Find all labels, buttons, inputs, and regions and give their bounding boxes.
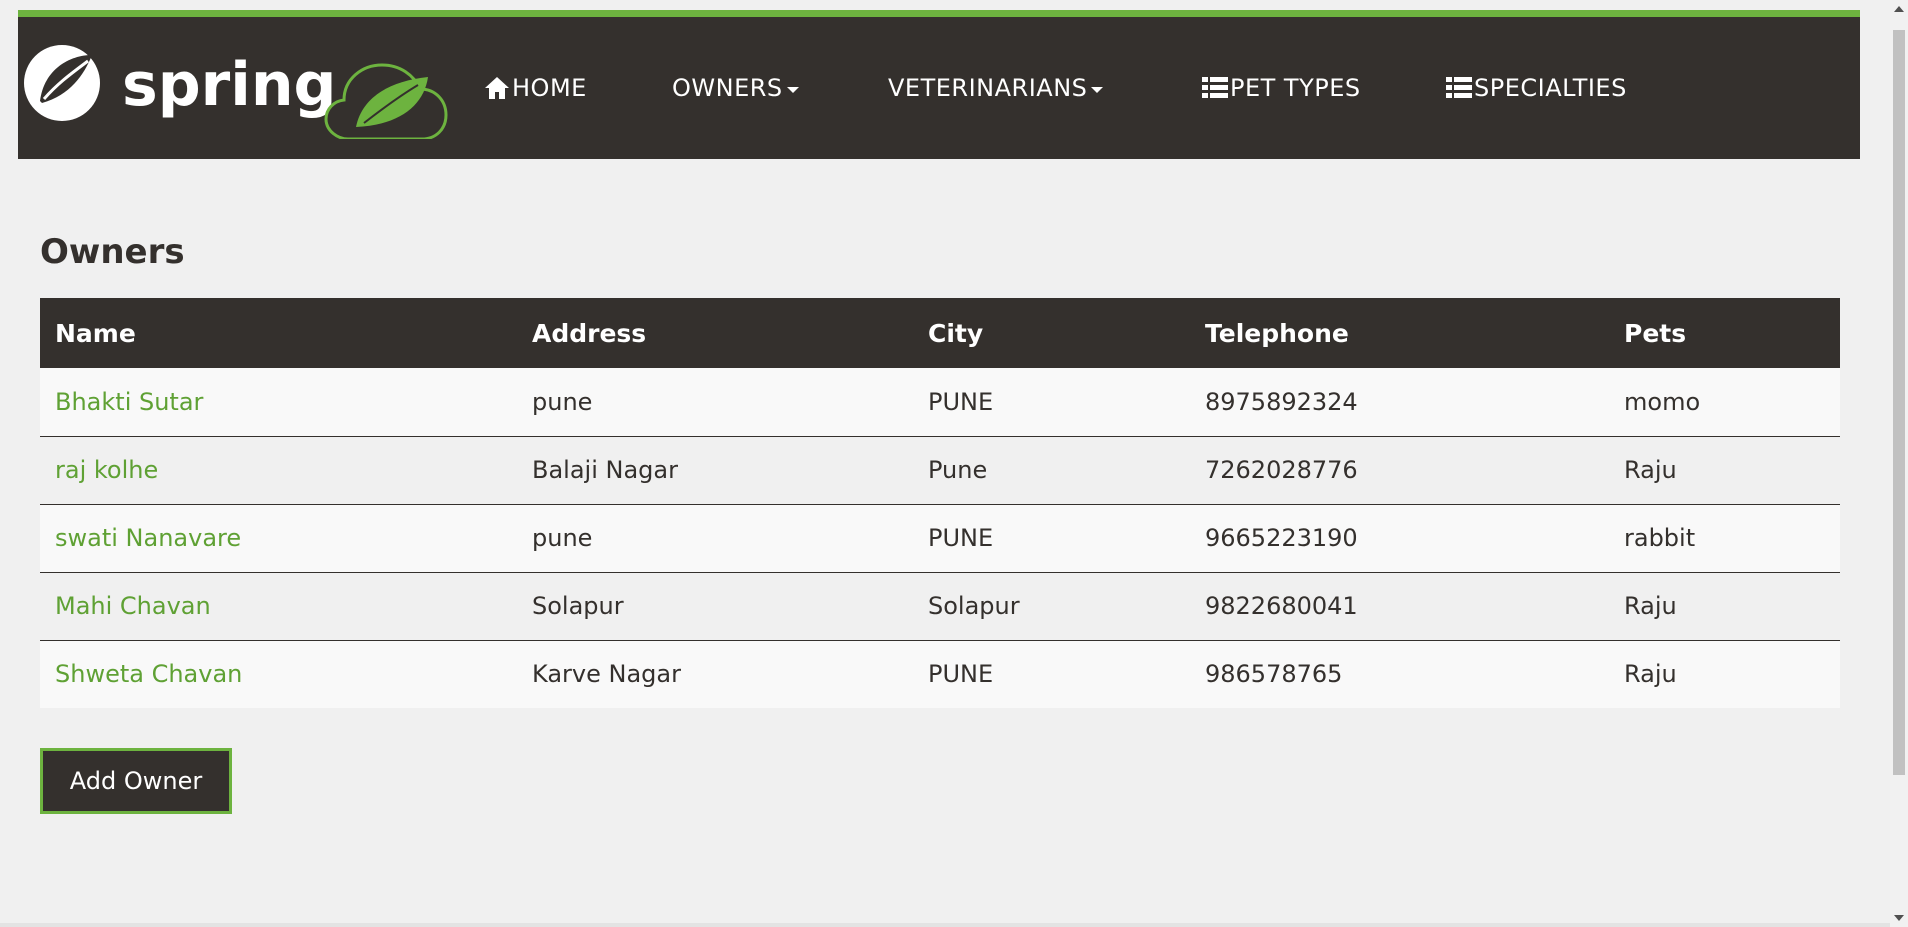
cell-city: PUNE <box>928 524 994 552</box>
cell-city: Solapur <box>928 592 1020 620</box>
header-city: City <box>928 318 984 348</box>
nav-owners-dropdown[interactable]: OWNERS <box>672 17 799 159</box>
top-accent-bar <box>18 10 1860 17</box>
cell-pets: momo <box>1624 387 1701 416</box>
spring-logo-graphic: spring <box>24 45 448 139</box>
table-header-row: Name Address City Telephone Pets <box>40 298 1840 368</box>
caret-down-icon <box>1091 87 1104 93</box>
nav-veterinarians-label: VETERINARIANS <box>888 74 1088 102</box>
nav-home[interactable]: HOME <box>484 17 587 159</box>
cell-pets: rabbit <box>1624 524 1696 552</box>
header-address: Address <box>532 318 647 348</box>
cell-name: swati Nanavare <box>40 504 517 572</box>
cell-telephone: 986578765 <box>1205 660 1343 689</box>
cell-name: Bhakti Sutar <box>40 368 517 436</box>
nav-specialties[interactable]: SPECIALTIES <box>1446 17 1627 159</box>
table-row: Bhakti Sutar pune PUNE 8975892324 momo <box>40 368 1840 436</box>
cell-telephone: 8975892324 <box>1205 387 1358 416</box>
nav-pet-types[interactable]: PET TYPES <box>1202 17 1361 159</box>
cell-name: Shweta Chavan <box>40 640 517 708</box>
cell-pets: Raju <box>1624 456 1677 484</box>
brand-logo[interactable]: spring <box>18 39 448 139</box>
owner-name-link[interactable]: Bhakti Sutar <box>55 388 203 416</box>
owners-table: Name Address City Telephone Pets Bhakti … <box>40 298 1840 708</box>
owner-name-link[interactable]: Mahi Chavan <box>55 592 211 620</box>
nav-home-label: HOME <box>512 74 587 102</box>
cell-city: Pune <box>928 456 988 484</box>
cell-address: Balaji Nagar <box>532 456 678 484</box>
nav-specialties-label: SPECIALTIES <box>1474 74 1627 102</box>
home-icon <box>484 75 510 101</box>
table-row: raj kolhe Balaji Nagar Pune 7262028776 R… <box>40 436 1840 504</box>
header-pets: Pets <box>1624 318 1687 348</box>
cell-telephone: 9665223190 <box>1205 524 1358 552</box>
brand-wordmark: spring <box>122 50 336 120</box>
cell-city: PUNE <box>928 387 994 416</box>
table-row: Mahi Chavan Solapur Solapur 9822680041 R… <box>40 572 1840 640</box>
nav-owners-label: OWNERS <box>672 74 783 102</box>
list-icon <box>1202 76 1228 100</box>
list-icon <box>1446 76 1472 100</box>
navbar: spring HOME OWNERS VETERINARIANS PET TYP… <box>18 17 1860 159</box>
vertical-scrollbar[interactable] <box>1890 0 1908 927</box>
cell-name: Mahi Chavan <box>40 572 517 640</box>
nav-veterinarians-dropdown[interactable]: VETERINARIANS <box>888 17 1104 159</box>
cell-address: pune <box>532 387 593 416</box>
scroll-down-arrow-icon[interactable] <box>1894 915 1904 921</box>
table-row: swati Nanavare pune PUNE 9665223190 rabb… <box>40 504 1840 572</box>
scroll-up-arrow-icon[interactable] <box>1894 6 1904 12</box>
table-row: Shweta Chavan Karve Nagar PUNE 986578765… <box>40 640 1840 708</box>
page: spring HOME OWNERS VETERINARIANS PET TYP… <box>0 0 1908 927</box>
header-telephone: Telephone <box>1205 318 1349 348</box>
owner-name-link[interactable]: raj kolhe <box>55 456 158 484</box>
add-owner-button[interactable]: Add Owner <box>40 748 232 814</box>
cell-city: PUNE <box>928 660 994 689</box>
cell-name: raj kolhe <box>40 436 517 504</box>
cell-pets: Raju <box>1624 592 1677 620</box>
cell-address: pune <box>532 524 593 552</box>
scrollbar-thumb[interactable] <box>1893 30 1905 775</box>
bottom-edge <box>0 923 1890 927</box>
cell-telephone: 7262028776 <box>1205 456 1358 484</box>
cell-pets: Raju <box>1624 660 1677 689</box>
cell-telephone: 9822680041 <box>1205 592 1358 620</box>
cell-address: Karve Nagar <box>532 660 681 689</box>
owner-name-link[interactable]: swati Nanavare <box>55 524 241 552</box>
owner-name-link[interactable]: Shweta Chavan <box>55 660 242 688</box>
nav-pet-types-label: PET TYPES <box>1230 74 1361 102</box>
header-name: Name <box>55 318 136 348</box>
caret-down-icon <box>786 87 799 93</box>
cell-address: Solapur <box>532 592 624 620</box>
page-title: Owners <box>40 232 185 272</box>
